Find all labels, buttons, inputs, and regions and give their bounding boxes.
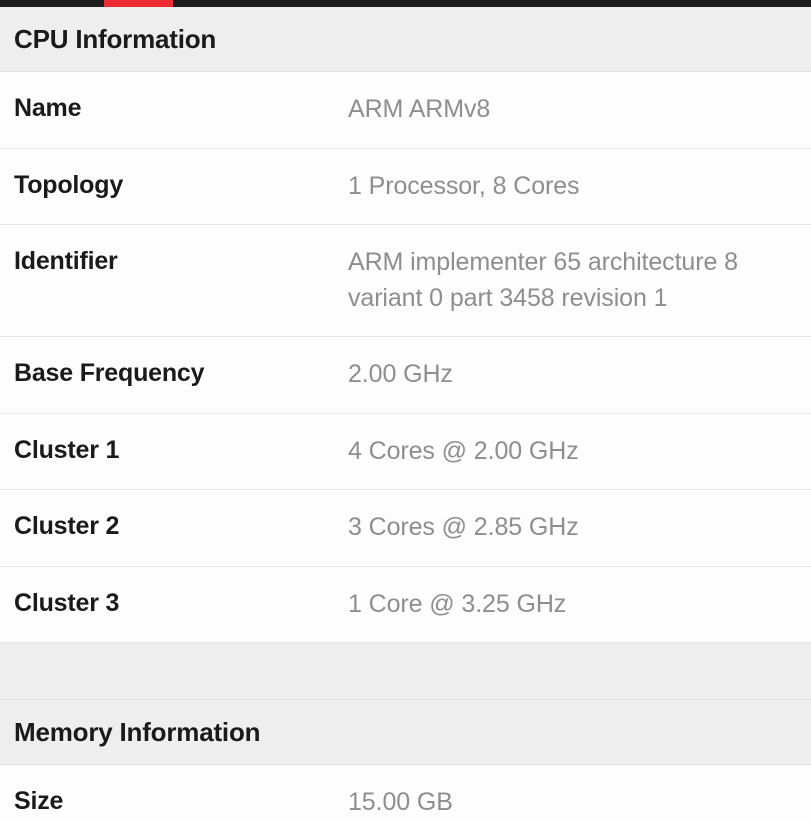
progress-indicator-accent <box>104 0 173 7</box>
section-cpu-information: CPU Information Name ARM ARMv8 Topology … <box>0 7 811 642</box>
row-value: 3 Cores @ 2.85 GHz <box>348 510 797 546</box>
row-value: 4 Cores @ 2.00 GHz <box>348 434 797 470</box>
row-value: 1 Core @ 3.25 GHz <box>348 587 797 623</box>
row-value: ARM ARMv8 <box>348 92 797 128</box>
row-label: Cluster 2 <box>14 510 348 543</box>
row-label: Size <box>14 785 348 818</box>
row-value: 15.00 GB <box>348 785 797 821</box>
info-row-cluster-2[interactable]: Cluster 2 3 Cores @ 2.85 GHz <box>0 490 811 567</box>
row-label: Cluster 3 <box>14 587 348 620</box>
section-title: CPU Information <box>14 24 216 55</box>
top-status-bar <box>0 0 811 7</box>
row-label: Name <box>14 92 348 125</box>
info-row-cluster-1[interactable]: Cluster 1 4 Cores @ 2.00 GHz <box>0 414 811 491</box>
section-memory-information: Memory Information Size 15.00 GB <box>0 700 811 822</box>
info-row-topology[interactable]: Topology 1 Processor, 8 Cores <box>0 149 811 226</box>
section-header-cpu-information: CPU Information <box>0 7 811 72</box>
info-row-base-frequency[interactable]: Base Frequency 2.00 GHz <box>0 337 811 414</box>
row-value: 2.00 GHz <box>348 357 797 393</box>
row-label: Base Frequency <box>14 357 348 390</box>
row-label: Cluster 1 <box>14 434 348 467</box>
info-row-size[interactable]: Size 15.00 GB <box>0 765 811 822</box>
section-header-memory-information: Memory Information <box>0 700 811 765</box>
row-label: Topology <box>14 169 348 202</box>
info-row-identifier[interactable]: Identifier ARM implementer 65 architectu… <box>0 225 811 337</box>
info-row-cluster-3[interactable]: Cluster 3 1 Core @ 3.25 GHz <box>0 567 811 643</box>
device-info-screen: CPU Information Name ARM ARMv8 Topology … <box>0 0 811 822</box>
info-row-name[interactable]: Name ARM ARMv8 <box>0 72 811 149</box>
section-title: Memory Information <box>14 717 260 748</box>
row-label: Identifier <box>14 245 348 278</box>
row-value: 1 Processor, 8 Cores <box>348 169 797 205</box>
section-divider-gap <box>0 642 811 700</box>
row-value: ARM implementer 65 architecture 8 varian… <box>348 245 797 316</box>
